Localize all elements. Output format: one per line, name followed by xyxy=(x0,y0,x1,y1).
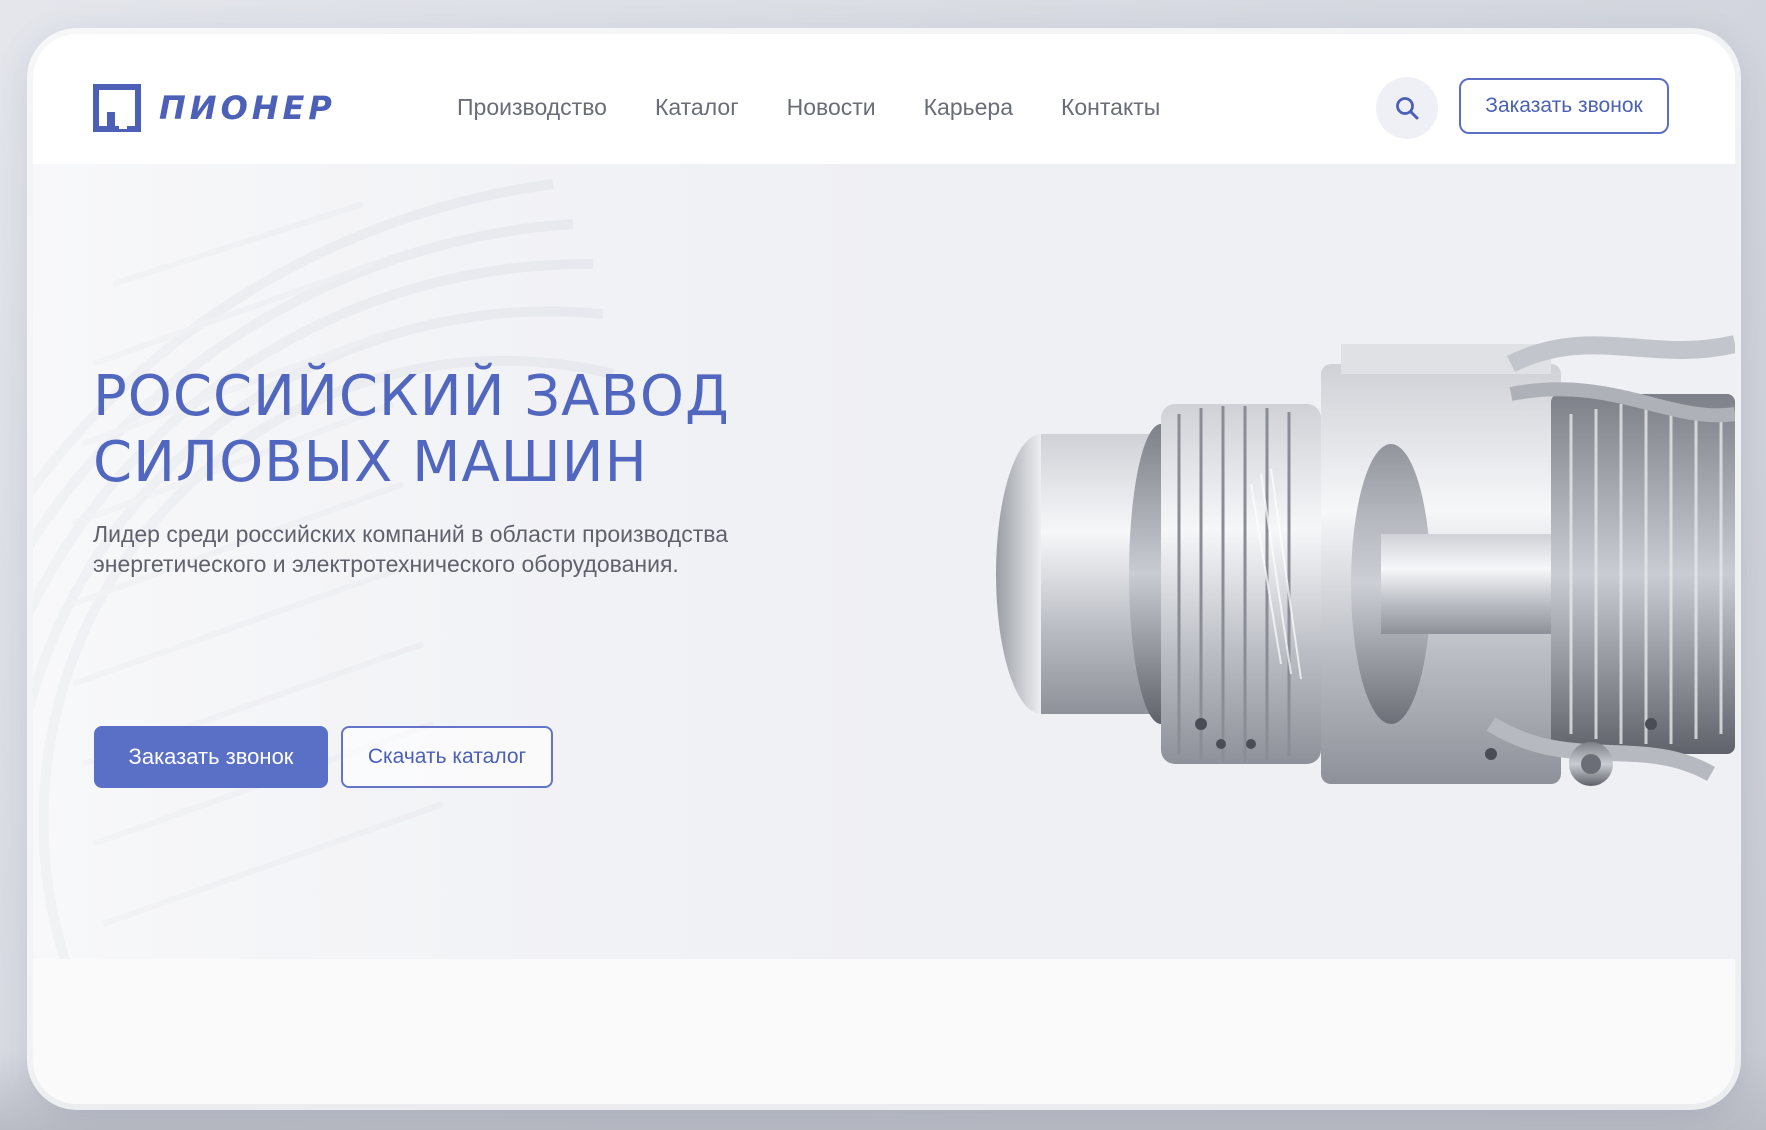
hero-title-line-2: СИЛОВЫХ МАШИН xyxy=(93,430,648,495)
order-call-button[interactable]: Заказать звонок xyxy=(94,726,328,788)
nav-item-catalog[interactable]: Каталог xyxy=(655,94,739,121)
search-icon xyxy=(1396,97,1419,120)
nav-item-news[interactable]: Новости xyxy=(787,94,876,121)
hero-title: РОССИЙСКИЙ ЗАВОД СИЛОВЫХ МАШИН xyxy=(93,364,813,496)
download-catalog-button[interactable]: Скачать каталог xyxy=(341,726,553,788)
header-callback-button[interactable]: Заказать звонок xyxy=(1459,78,1669,134)
nav-item-career[interactable]: Карьера xyxy=(924,94,1013,121)
nav-item-production[interactable]: Производство xyxy=(457,94,607,121)
hero-section: РОССИЙСКИЙ ЗАВОД СИЛОВЫХ МАШИН Лидер сре… xyxy=(33,164,1735,959)
turbine-engine-image xyxy=(996,335,1735,786)
main-nav: Производство Каталог Новости Карьера Кон… xyxy=(457,94,1160,121)
brand-logo[interactable]: ПИОНЕР xyxy=(93,84,336,132)
site-header: ПИОНЕР Производство Каталог Новости Карь… xyxy=(33,34,1735,164)
browser-frame: ПИОНЕР Производство Каталог Новости Карь… xyxy=(33,34,1735,1104)
logo-mark-icon xyxy=(93,84,141,132)
hero-title-line-1: РОССИЙСКИЙ ЗАВОД xyxy=(93,364,730,429)
search-button[interactable] xyxy=(1376,77,1438,139)
nav-item-contacts[interactable]: Контакты xyxy=(1061,94,1160,121)
content-area xyxy=(33,959,1735,1104)
brand-name: ПИОНЕР xyxy=(159,89,336,127)
hero-subtitle: Лидер среди российских компаний в област… xyxy=(93,521,729,577)
